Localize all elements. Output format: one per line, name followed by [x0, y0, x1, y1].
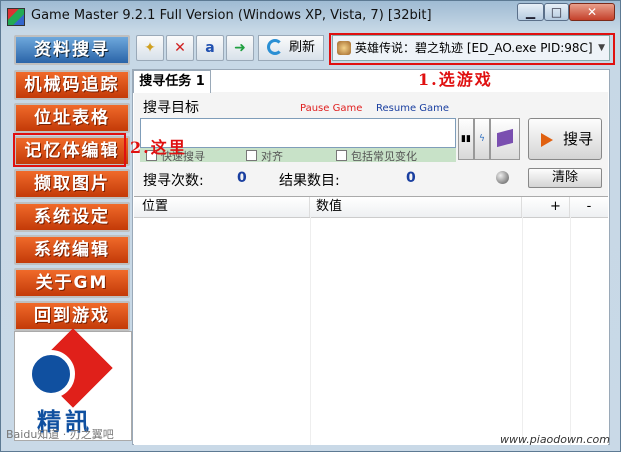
sidebar: 资料搜寻 机械码追踪 位址表格 记忆体编辑 撷取图片 系统设定 系统编辑 关于G…	[10, 33, 132, 445]
refresh-button[interactable]: 刷新	[258, 35, 324, 61]
include-variations-checkbox[interactable]	[336, 150, 347, 161]
search-options: 快速搜寻 对齐 包括常见变化	[140, 148, 456, 164]
delete-icon: ✕	[174, 40, 186, 56]
window-title: Game Master 9.2.1 Full Version (Windows …	[31, 8, 432, 23]
lightning-icon: ϟ	[479, 134, 485, 144]
search-target-label: 搜寻目标	[143, 100, 199, 116]
site-watermark: www.piaodown.com	[500, 433, 610, 446]
annotation-box-process	[329, 33, 615, 65]
delete-button[interactable]: ✕	[166, 35, 194, 61]
align-label: 对齐	[261, 150, 283, 163]
sidebar-item-address-table[interactable]: 位址表格	[14, 103, 130, 133]
bars-icon: ▮▮	[461, 134, 471, 144]
result-count-label: 结果数目:	[279, 173, 340, 189]
sidebar-item-system-edit[interactable]: 系统编辑	[14, 235, 130, 265]
include-variations-option[interactable]: 包括常见变化	[336, 148, 417, 164]
align-option[interactable]: 对齐	[246, 148, 283, 164]
close-button[interactable]: ✕	[569, 3, 615, 21]
book-button[interactable]	[490, 118, 520, 160]
open-folder-icon: ✦	[144, 40, 156, 56]
resume-game-link[interactable]: Resume Game	[376, 103, 449, 114]
sidebar-item-data-search[interactable]: 资料搜寻	[14, 35, 130, 65]
maximize-button[interactable]: □	[544, 3, 569, 21]
baidu-watermark: Baidu知道 · 刃之翼吧	[6, 428, 114, 441]
text-button[interactable]: a	[196, 35, 224, 61]
results-table-header: 位置 数值 + -	[134, 197, 608, 218]
column-divider	[310, 217, 311, 445]
status-led-icon	[496, 171, 509, 184]
sidebar-item-about-gm[interactable]: 关于GM	[14, 268, 130, 298]
export-button[interactable]: ➜	[226, 35, 254, 61]
column-header-minus[interactable]: -	[570, 197, 608, 217]
results-table[interactable]: 位置 数值 + -	[134, 196, 608, 445]
tab-search-task-1[interactable]: 搜寻任务 1	[133, 70, 211, 93]
annotation-box-memory-editor	[13, 133, 126, 167]
export-icon: ➜	[234, 40, 246, 56]
app-icon	[7, 8, 25, 26]
column-divider	[522, 217, 523, 445]
play-icon	[541, 133, 553, 147]
column-header-plus[interactable]: +	[522, 197, 570, 217]
annotation-select-game: 1.选游戏	[418, 70, 493, 89]
search-count-label: 搜寻次数:	[143, 173, 204, 189]
logo-circle-icon	[27, 350, 75, 398]
align-checkbox[interactable]	[246, 150, 257, 161]
result-count-value: 0	[406, 170, 416, 186]
column-divider	[570, 217, 571, 445]
column-header-value[interactable]: 数值	[310, 197, 522, 217]
title-bar[interactable]: Game Master 9.2.1 Full Version (Windows …	[1, 1, 620, 31]
refresh-icon	[267, 39, 283, 55]
text-icon: a	[205, 40, 215, 56]
column-header-address[interactable]: 位置	[134, 197, 310, 217]
refresh-label: 刷新	[289, 40, 316, 55]
book-icon	[497, 128, 513, 148]
clear-button[interactable]: 清除	[528, 168, 602, 188]
sidebar-item-capture-image[interactable]: 撷取图片	[14, 169, 130, 199]
annotation-here: 2.这里	[130, 138, 187, 157]
open-folder-button[interactable]: ✦	[136, 35, 164, 61]
value-type-button[interactable]: ▮▮	[458, 118, 474, 160]
sidebar-item-system-settings[interactable]: 系统设定	[14, 202, 130, 232]
search-button-label: 搜寻	[563, 130, 594, 148]
include-variations-label: 包括常见变化	[351, 150, 417, 163]
jingxun-logo: 精訊	[14, 328, 132, 441]
search-count-value: 0	[237, 170, 247, 186]
lightning-button[interactable]: ϟ	[474, 118, 490, 160]
search-button[interactable]: 搜寻	[528, 118, 602, 160]
pause-game-link[interactable]: Pause Game	[300, 103, 362, 114]
sidebar-item-machine-code-trace[interactable]: 机械码追踪	[14, 70, 130, 100]
minimize-button[interactable]: ▁	[517, 3, 544, 21]
search-target-input[interactable]	[140, 118, 456, 148]
sidebar-item-back-to-game[interactable]: 回到游戏	[14, 301, 130, 331]
